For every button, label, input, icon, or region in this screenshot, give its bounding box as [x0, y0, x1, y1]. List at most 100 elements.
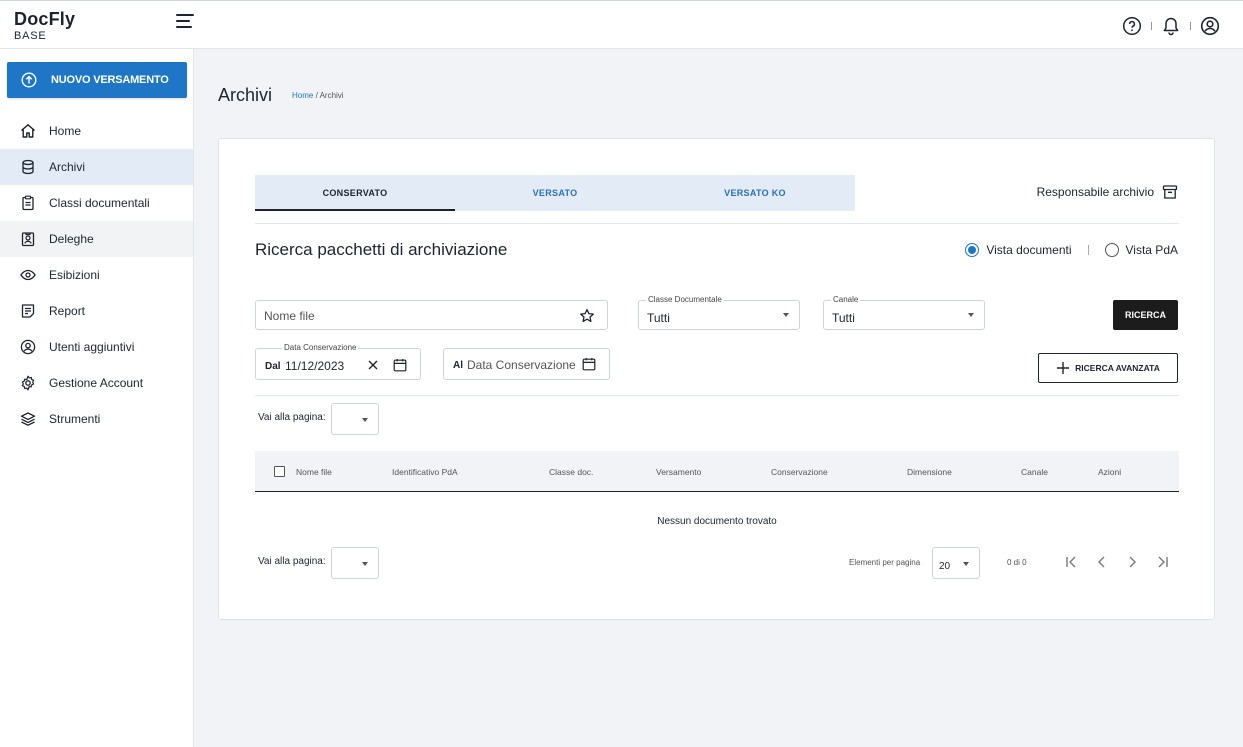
sidebar-item-deleghe[interactable]: Deleghe — [0, 221, 193, 257]
items-per-page-label: Elementi per pagina — [849, 558, 921, 567]
advanced-search-label: RICERCA AVANZATA — [1075, 363, 1160, 373]
view-pda-option[interactable]: Vista PdA — [1104, 243, 1178, 257]
sidebar-item-home[interactable]: Home — [0, 113, 193, 149]
tab-versato-ko[interactable]: VERSATO KO — [655, 175, 855, 211]
channel-label: Canale — [831, 295, 861, 304]
breadcrumb-home-link[interactable]: Home — [292, 91, 313, 100]
column-header: Azioni — [1098, 467, 1122, 477]
results-table-header: Nome file Identificativo PdA Classe doc.… — [255, 451, 1179, 492]
sidebar-item-label: Utenti aggiuntivi — [49, 340, 135, 354]
column-header[interactable]: Identificativo PdA — [392, 467, 458, 477]
home-icon — [20, 123, 36, 139]
sidebar-nav: Home Archivi Classi documentali Deleghe … — [0, 113, 193, 437]
calendar-icon[interactable] — [393, 358, 407, 372]
sidebar-item-label: Deleghe — [49, 232, 94, 246]
new-submission-button[interactable]: NUOVO VERSAMENTO — [7, 62, 187, 98]
view-pda-label: Vista PdA — [1125, 243, 1178, 257]
goto-page-label: Vai alla pagina: — [258, 556, 326, 567]
column-header[interactable]: Nome file — [296, 467, 332, 477]
goto-page-select[interactable] — [331, 547, 379, 579]
view-pda-radio[interactable] — [1104, 243, 1119, 257]
goto-page-select[interactable] — [331, 403, 379, 435]
chevron-down-icon — [362, 562, 368, 566]
sidebar-item-label: Report — [49, 304, 86, 318]
plus-icon — [1057, 362, 1070, 374]
sidebar-item-label: Gestione Account — [49, 376, 144, 390]
clear-icon[interactable] — [368, 360, 378, 370]
view-documents-radio[interactable] — [965, 243, 980, 257]
chevron-down-icon — [362, 418, 368, 422]
column-header[interactable]: Dimensione — [907, 467, 952, 477]
sidebar-item-label: Strumenti — [49, 412, 101, 426]
view-separator — [1087, 245, 1089, 255]
select-all-checkbox[interactable] — [274, 466, 285, 477]
clipboard-icon — [20, 195, 36, 211]
top-bar: DocFly BASE — [0, 0, 1243, 49]
menu-toggle-icon[interactable] — [176, 14, 194, 30]
next-page-icon[interactable] — [1117, 552, 1147, 572]
bell-icon[interactable] — [1160, 15, 1182, 37]
sidebar-item-strumenti[interactable]: Strumenti — [0, 401, 193, 437]
header-separator — [1190, 22, 1191, 30]
sidebar-item-gestione-account[interactable]: Gestione Account — [0, 365, 193, 401]
sidebar-item-label: Home — [49, 124, 82, 138]
tab-versato[interactable]: VERSATO — [455, 175, 655, 211]
divider — [255, 395, 1179, 396]
sidebar-item-label: Esibizioni — [49, 268, 100, 282]
archive-manager-label: Responsabile archivio — [1036, 185, 1154, 199]
tab-conservato[interactable]: CONSERVATO — [255, 175, 455, 211]
divider — [255, 223, 1179, 224]
previous-page-icon[interactable] — [1087, 552, 1117, 572]
column-header[interactable]: Versamento — [656, 467, 701, 477]
sidebar-item-classi-documentali[interactable]: Classi documentali — [0, 185, 193, 221]
file-name-field[interactable]: Nome file — [255, 300, 608, 330]
search-button[interactable]: RICERCA — [1113, 300, 1178, 330]
sidebar-item-report[interactable]: Report — [0, 293, 193, 329]
section-title: Ricerca pacchetti di archiviazione — [255, 240, 508, 259]
date-to-field[interactable]: Al Data Conservazione — [443, 348, 610, 380]
document-class-label: Classe Documentale — [646, 295, 724, 304]
results-count: 0 di 0 — [1007, 558, 1027, 567]
account-icon[interactable] — [1199, 15, 1221, 37]
breadcrumb-current: / Archivi — [315, 91, 344, 100]
first-page-icon[interactable] — [1057, 552, 1087, 572]
archive-box-icon — [1162, 185, 1178, 199]
layers-icon — [20, 411, 36, 427]
user-circle-icon — [20, 339, 36, 355]
star-icon[interactable] — [579, 308, 595, 324]
calendar-icon[interactable] — [582, 357, 596, 371]
sidebar: NUOVO VERSAMENTO Home Archivi Classi doc… — [0, 49, 194, 747]
column-header[interactable]: Conservazione — [771, 467, 828, 477]
date-to-placeholder: Data Conservazione — [467, 358, 576, 372]
chevron-down-icon — [963, 562, 969, 566]
sidebar-item-esibizioni[interactable]: Esibizioni — [0, 257, 193, 293]
empty-state-message: Nessun documento trovato — [657, 516, 777, 527]
advanced-search-button[interactable]: RICERCA AVANZATA — [1038, 353, 1178, 383]
view-documents-option[interactable]: Vista documenti — [965, 243, 1072, 257]
column-header[interactable]: Classe doc. — [549, 467, 593, 477]
sidebar-item-utenti-aggiuntivi[interactable]: Utenti aggiuntivi — [0, 329, 193, 365]
eye-icon — [20, 267, 36, 283]
help-icon[interactable] — [1121, 15, 1143, 37]
breadcrumb: Home / Archivi — [292, 91, 344, 100]
items-per-page-select[interactable]: 20 — [932, 547, 980, 579]
pagination-controls — [1057, 552, 1177, 572]
document-class-select[interactable]: Classe Documentale Tutti — [638, 295, 800, 330]
last-page-icon[interactable] — [1147, 552, 1177, 572]
app-logo[interactable]: DocFly BASE — [14, 9, 75, 42]
gear-icon — [20, 375, 36, 391]
archive-manager-button[interactable]: Responsabile archivio — [1037, 184, 1178, 200]
sidebar-item-archivi[interactable]: Archivi — [0, 149, 193, 185]
view-mode-toggle: Vista documenti Vista PdA — [965, 243, 1178, 257]
goto-page-label: Vai alla pagina: — [258, 412, 326, 423]
column-header[interactable]: Canale — [1021, 467, 1048, 477]
date-from-label: Data Conservazione — [282, 343, 359, 352]
new-submission-label: NUOVO VERSAMENTO — [51, 74, 169, 86]
sidebar-item-label: Classi documentali — [49, 196, 150, 210]
channel-select[interactable]: Canale Tutti — [823, 295, 985, 330]
chevron-down-icon — [783, 313, 789, 317]
status-tabs: CONSERVATO VERSATO VERSATO KO — [255, 175, 855, 211]
date-from-field[interactable]: Data Conservazione Dal 11/12/2023 — [255, 343, 421, 380]
channel-value: Tutti — [832, 311, 855, 325]
database-icon — [20, 159, 36, 175]
